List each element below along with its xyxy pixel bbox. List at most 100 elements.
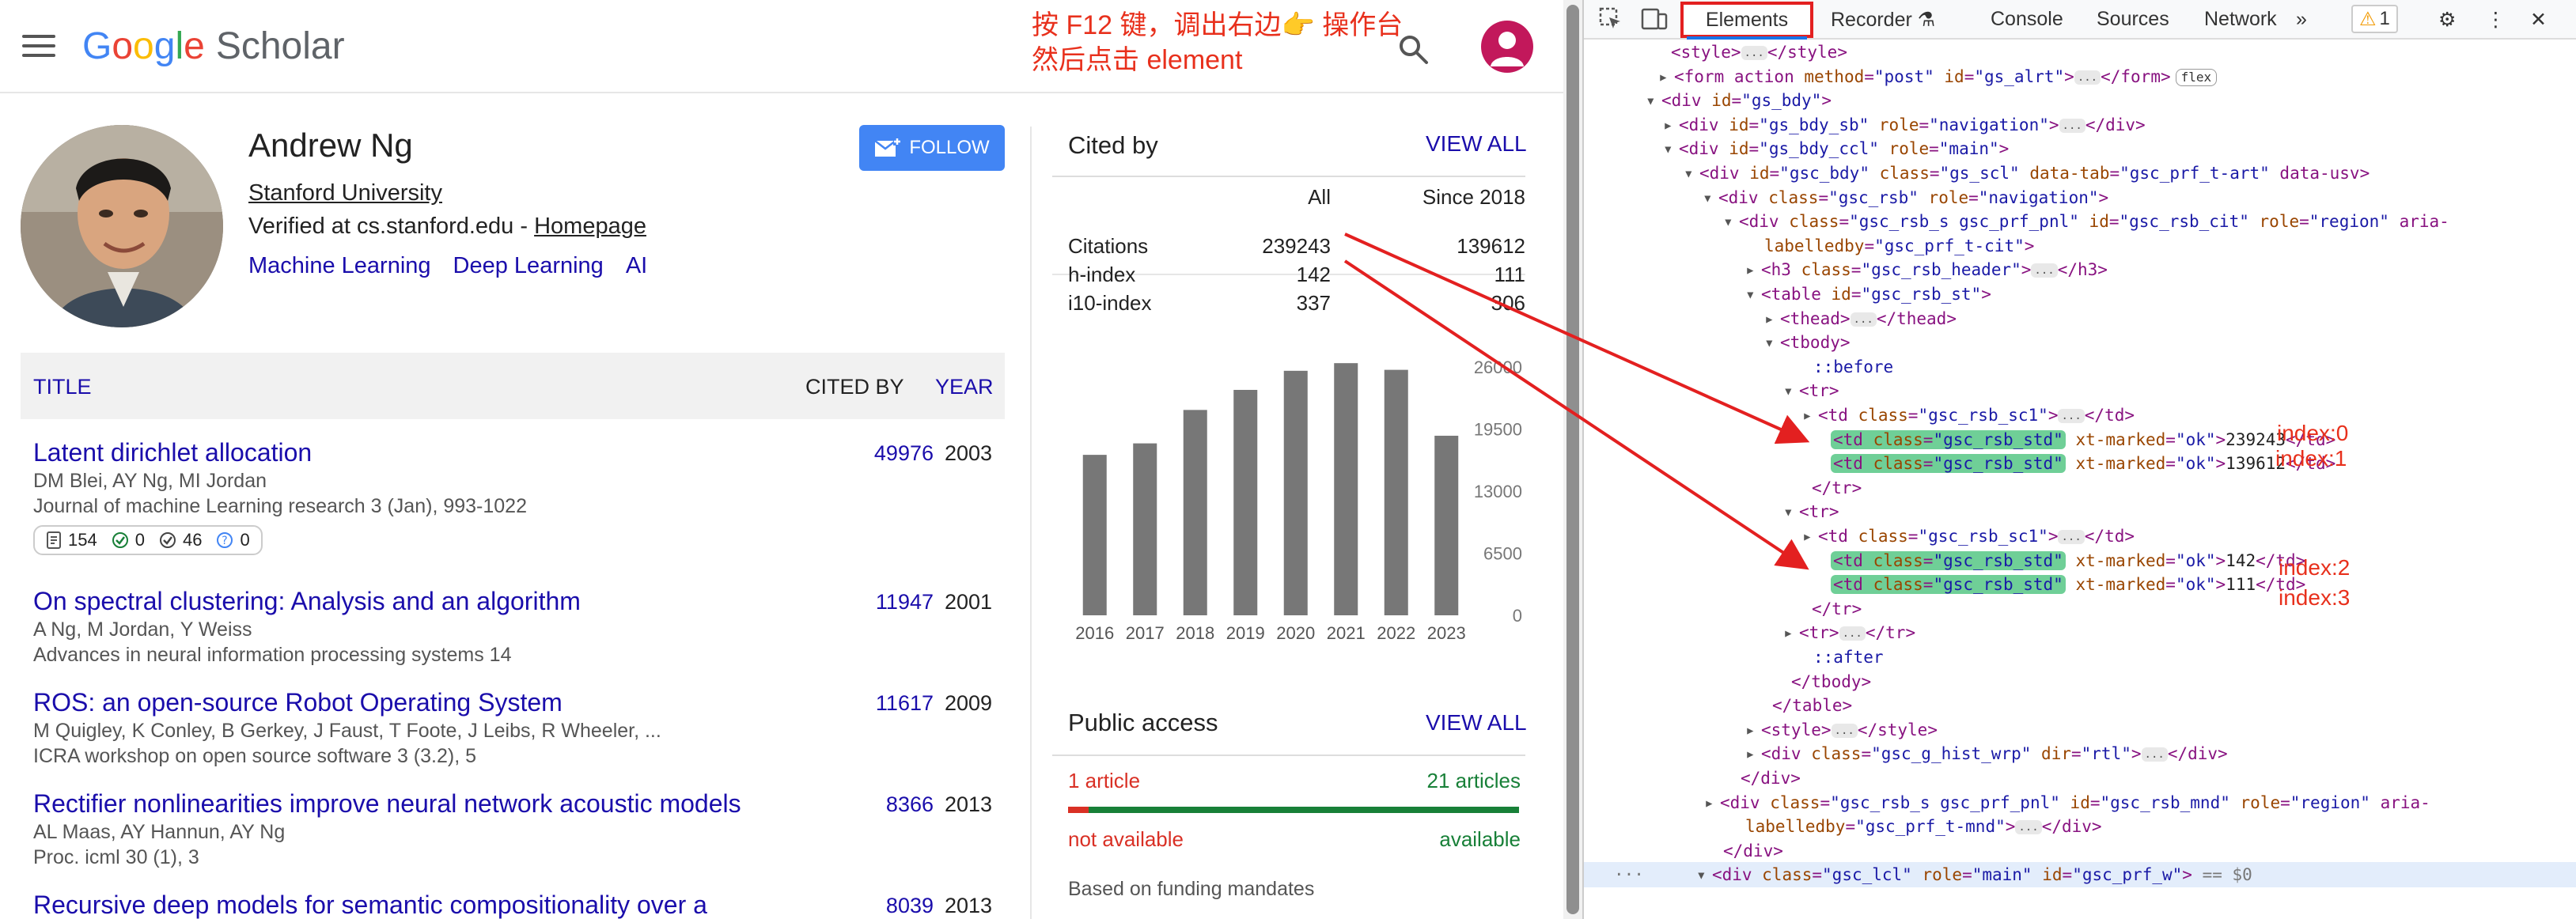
interest-deep-learning[interactable]: Deep Learning — [453, 253, 604, 278]
dom-node-line[interactable]: <style>... </style> — [1584, 40, 1847, 65]
sort-by-title[interactable]: TITLE — [33, 375, 92, 399]
profile-affiliation-link[interactable]: Stanford University — [248, 180, 442, 206]
unknown-metric[interactable]: ? 0 — [216, 530, 250, 550]
dom-node-line[interactable]: ::after — [1584, 645, 1884, 670]
article-venue: Advances in neural information processin… — [33, 644, 512, 666]
tab-network[interactable]: Network — [2204, 8, 2277, 31]
cited-by-count[interactable]: 49976 — [840, 441, 934, 466]
access-view-all-link[interactable]: VIEW ALL — [1426, 710, 1527, 736]
chart-bar[interactable] — [1283, 370, 1308, 615]
dom-node-line[interactable]: </div> — [1584, 766, 1801, 791]
dom-node-line[interactable]: ▾ <div id="gsc_bdy" class="gs_scl" data-t… — [1584, 161, 2370, 186]
dom-node-line[interactable]: </tr> — [1584, 596, 1862, 622]
dom-node-line[interactable]: ▸ <td class="gsc_rsb_sc1">... </td> — [1584, 403, 2135, 428]
dom-node-line[interactable]: ▸ <tr>... </tr> — [1584, 620, 1915, 645]
dom-node-line[interactable]: ▸ <form action method="post" id="gs_alrt"… — [1584, 64, 2218, 89]
cited-by-count[interactable]: 8366 — [840, 792, 934, 817]
chart-bar[interactable] — [1334, 363, 1358, 615]
dom-node-line[interactable]: ▸ <td class="gsc_rsb_sc1">... </td> — [1584, 524, 2135, 549]
divider — [1052, 754, 1525, 756]
dom-node-line[interactable]: ▸ <div id="gs_bdy_sb" role="navigation">.… — [1584, 112, 2146, 138]
chart-bar[interactable] — [1183, 410, 1207, 615]
dom-node-line[interactable]: </tr> — [1584, 475, 1862, 501]
dom-node-line[interactable]: ▾ <tr> — [1584, 499, 1839, 524]
devtools-panel: Elements Recorder ⚗ Console Sources Netw… — [1582, 0, 2576, 919]
articles-table-header: TITLE CITED BY YEAR — [21, 353, 1005, 419]
svg-text:?: ? — [222, 535, 228, 547]
google-scholar-logo[interactable]: Google Scholar — [82, 21, 345, 73]
dom-node-line[interactable]: ▾ <table id="gsc_rsb_st"> — [1584, 282, 1991, 307]
dom-node-line[interactable]: <td class="gsc_rsb_std" xt-marked="ok">2… — [1584, 427, 2335, 452]
settings-gear-icon[interactable]: ⚙ — [2438, 8, 2456, 32]
stat-all: 337 — [1296, 291, 1331, 315]
not-available-label: not available — [1068, 827, 1184, 851]
dom-node-line[interactable]: <td class="gsc_rsb_std" xt-marked="ok">1… — [1584, 451, 2335, 476]
versions-metric[interactable]: 154 — [46, 530, 97, 550]
dom-node-line[interactable]: </div> — [1584, 838, 1783, 864]
dom-node-line[interactable]: ▸ <h3 class="gsc_rsb_header">... </h3> — [1584, 257, 2108, 282]
checked-metric[interactable]: 46 — [159, 530, 202, 550]
page-scrollbar[interactable] — [1563, 0, 1582, 919]
close-icon[interactable]: ✕ — [2530, 8, 2547, 32]
article-authors: AL Maas, AY Hannun, AY Ng — [33, 821, 286, 843]
tab-recorder[interactable]: Recorder ⚗ — [1831, 8, 1935, 32]
stat-all: 142 — [1296, 263, 1331, 286]
chart-bar[interactable] — [1133, 443, 1157, 615]
index-label-3: index:3 — [2279, 585, 2351, 610]
account-avatar[interactable] — [1481, 21, 1533, 73]
sort-by-year[interactable]: YEAR — [935, 375, 994, 399]
follow-button[interactable]: FOLLOW — [859, 125, 1005, 171]
stat-label[interactable]: Citations — [1068, 234, 1148, 259]
stat-label[interactable]: h-index — [1068, 263, 1135, 287]
dom-node-line[interactable]: ::before — [1584, 354, 1893, 380]
y-tick-label: 26000 — [1474, 357, 1522, 377]
dom-node-line[interactable]: </table> — [1584, 693, 1852, 718]
kebab-menu-icon[interactable]: ⋮ — [2486, 8, 2506, 32]
dom-node-line[interactable]: <td class="gsc_rsb_std" xt-marked="ok">1… — [1584, 548, 2305, 573]
tab-elements[interactable]: Elements — [1680, 2, 1813, 38]
stat-since: 306 — [1491, 291, 1525, 315]
dom-node-line[interactable]: ▾ <div id="gs_bdy"> — [1584, 88, 1832, 113]
dom-node-line[interactable]: ▾ <div class="gsc_rsb" role="navigation"> — [1584, 185, 2108, 210]
dom-node-line[interactable]: <td class="gsc_rsb_std" xt-marked="ok">1… — [1584, 572, 2305, 597]
sort-by-cited[interactable]: CITED BY — [805, 375, 904, 399]
dom-node-line[interactable]: ▾ <div class="gsc_rsb_s gsc_prf_pnl" id="… — [1584, 209, 2449, 234]
hamburger-menu-icon[interactable] — [22, 35, 55, 60]
dom-node-line[interactable]: ▸ <style>... </style> — [1584, 717, 1938, 743]
dom-node-line[interactable]: labelledby="gsc_prf_t-cit"> — [1584, 233, 2034, 259]
cited-by-count[interactable]: 11947 — [840, 590, 934, 615]
dom-node-line[interactable]: ▾ <tr> — [1584, 378, 1839, 403]
dom-node-line[interactable]: ··· ▾ <div class="gsc_lcl" role="main" id=… — [1584, 862, 2576, 888]
warnings-badge[interactable]: ⚠ 1 — [2351, 5, 2398, 33]
article-year: 2001 — [945, 590, 993, 614]
device-toolbar-icon[interactable] — [1641, 6, 1668, 32]
dom-node-line[interactable]: ▾ <tbody> — [1584, 330, 1851, 355]
tab-console[interactable]: Console — [1991, 8, 2063, 31]
dom-node-line[interactable]: ▸ <div class="gsc_g_hist_wrp" dir="rtl">.… — [1584, 741, 2228, 766]
dom-node-line[interactable]: ▸ <div class="gsc_rsb_s gsc_prf_pnl" id="… — [1584, 790, 2430, 815]
not-available-count[interactable]: 1 article — [1068, 769, 1140, 793]
chart-bar[interactable] — [1082, 455, 1107, 615]
cited-view-all-link[interactable]: VIEW ALL — [1426, 131, 1527, 157]
more-tabs-icon[interactable]: » — [2296, 8, 2307, 31]
tab-sources[interactable]: Sources — [2097, 8, 2169, 31]
dom-node-line[interactable]: ▸ <thead>... </thead> — [1584, 306, 1957, 331]
chart-bar[interactable] — [1434, 435, 1459, 615]
inspect-element-icon[interactable] — [1598, 6, 1623, 32]
search-icon[interactable] — [1397, 33, 1429, 65]
dom-node-line[interactable]: </tbody> — [1584, 669, 1871, 694]
interest-ai[interactable]: AI — [626, 253, 647, 278]
interest-machine-learning[interactable]: Machine Learning — [248, 253, 431, 278]
cited-by-count[interactable]: 8039 — [840, 894, 934, 918]
dom-node-line[interactable]: labelledby="gsc_prf_t-mnd">... </div> — [1584, 814, 2102, 839]
verified-text: Verified at cs.stanford.edu - — [248, 214, 535, 239]
stat-label[interactable]: i10-index — [1068, 291, 1152, 316]
free-metric[interactable]: 0 — [112, 530, 145, 550]
chart-bar[interactable] — [1384, 369, 1408, 615]
chart-bar[interactable] — [1233, 389, 1258, 615]
scroll-thumb[interactable] — [1566, 5, 1579, 914]
available-count[interactable]: 21 articles — [1427, 769, 1521, 793]
homepage-link[interactable]: Homepage — [534, 214, 646, 239]
dom-node-line[interactable]: ▾ <div id="gs_bdy_ccl" role="main"> — [1584, 136, 2009, 161]
cited-by-count[interactable]: 11617 — [840, 691, 934, 716]
